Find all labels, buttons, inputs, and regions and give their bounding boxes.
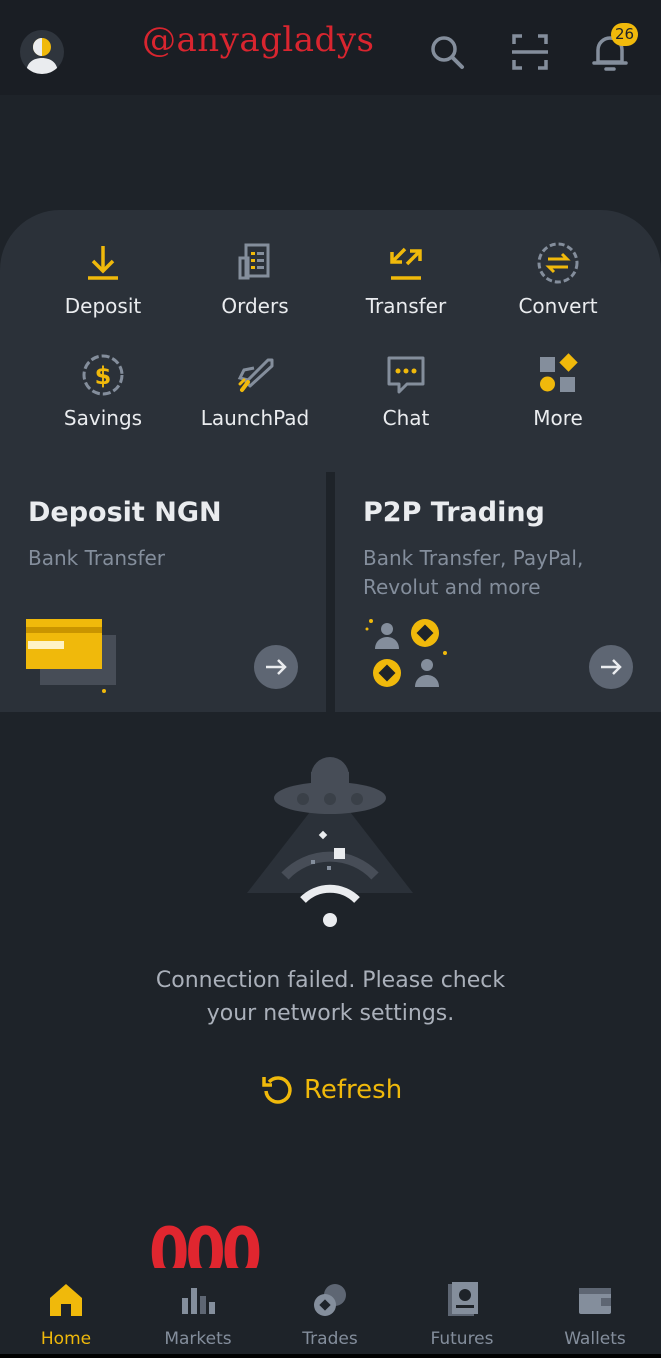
notification-badge: 26 [611, 23, 638, 46]
convert-action[interactable]: Convert [483, 240, 633, 318]
card-subtitle: Bank Transfer, PayPal, Revolut and more [363, 546, 584, 599]
action-label: LaunchPad [200, 406, 310, 430]
action-label: Savings [63, 406, 143, 430]
deposit-ngn-card[interactable]: Deposit NGN Bank Transfer [0, 471, 326, 712]
refresh-button[interactable]: Refresh [260, 1070, 402, 1110]
launchpad-action[interactable]: LaunchPad [180, 352, 330, 430]
search-icon[interactable] [427, 32, 467, 72]
card-title: P2P Trading [363, 497, 545, 528]
avatar[interactable] [20, 30, 64, 74]
bottom-navigation: Home Markets Trades Futures Wallets [0, 1268, 661, 1358]
chat-action[interactable]: Chat [331, 352, 481, 430]
svg-text:$: $ [95, 362, 112, 390]
nav-label: Home [40, 1329, 92, 1349]
action-label: Orders [221, 294, 289, 318]
transfer-icon [390, 247, 422, 280]
nav-home[interactable]: Home [6, 1280, 126, 1349]
trades-icon [314, 1284, 346, 1316]
top-bar: @anyagladys 26 [0, 0, 661, 95]
nav-label: Markets [164, 1329, 232, 1349]
more-icon [540, 353, 578, 392]
orders-icon [238, 243, 270, 280]
home-icon [50, 1284, 82, 1316]
arrow-right-icon [601, 659, 622, 675]
nav-trades[interactable]: Trades [270, 1280, 390, 1349]
refresh-icon [262, 1076, 292, 1104]
nav-label: Wallets [564, 1329, 626, 1349]
download-icon [88, 246, 118, 280]
nav-markets[interactable]: Markets [138, 1280, 258, 1349]
futures-icon [448, 1282, 478, 1316]
nav-wallets[interactable]: Wallets [535, 1280, 655, 1349]
card-title: Deposit NGN [28, 497, 222, 528]
p2p-trading-card[interactable]: P2P Trading Bank Transfer, PayPal, Revol… [335, 471, 661, 712]
nav-label: Trades [302, 1329, 358, 1349]
action-label: Convert [518, 294, 598, 318]
refresh-label: Refresh [304, 1075, 403, 1105]
p2p-illustration-icon [365, 619, 447, 687]
ufo-disconnected-icon [247, 757, 413, 927]
watermark-text: @anyagladys [142, 20, 375, 60]
savings-icon: $ [82, 354, 124, 396]
system-nav-bar [0, 1354, 661, 1358]
bank-card-icon [26, 619, 116, 693]
action-label: Transfer [365, 294, 447, 318]
nav-futures[interactable]: Futures [402, 1280, 522, 1349]
action-label: More [533, 406, 583, 430]
scan-icon[interactable] [510, 32, 550, 72]
action-label: Chat [382, 406, 430, 430]
deposit-action[interactable]: Deposit [28, 240, 178, 318]
savings-action[interactable]: $ Savings [28, 352, 178, 430]
more-action[interactable]: More [483, 352, 633, 430]
nav-label: Futures [430, 1329, 494, 1349]
action-label: Deposit [64, 294, 142, 318]
deposit-arrow-button[interactable] [254, 645, 298, 689]
p2p-arrow-button[interactable] [589, 645, 633, 689]
markets-icon [182, 1288, 215, 1314]
wallet-icon [579, 1288, 611, 1314]
orders-action[interactable]: Orders [180, 240, 330, 318]
arrow-right-icon [266, 659, 287, 675]
user-avatar-icon [26, 38, 58, 74]
card-subtitle: Bank Transfer [28, 546, 166, 570]
chat-icon [387, 356, 425, 394]
convert-icon [537, 242, 579, 284]
error-message-text: Connection failed. Please check your net… [155, 968, 506, 1026]
rocket-icon [237, 358, 274, 392]
connection-error-message: Connection failed. Please check your net… [0, 964, 661, 1030]
transfer-action[interactable]: Transfer [331, 240, 481, 318]
